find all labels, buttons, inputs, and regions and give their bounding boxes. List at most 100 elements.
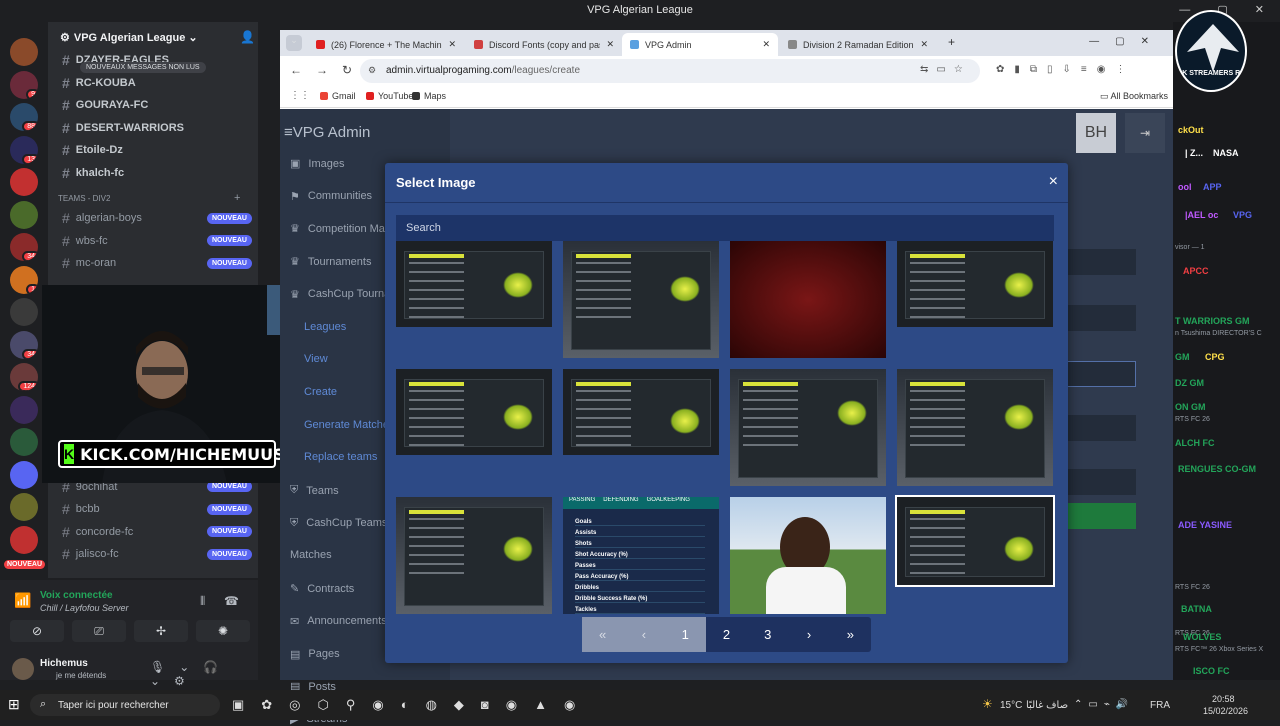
- server-icon[interactable]: [10, 168, 38, 196]
- image-thumbnail[interactable]: [730, 497, 886, 614]
- member-entry[interactable]: NASA: [1213, 148, 1239, 158]
- member-entry[interactable]: RENGUES CO-GM: [1178, 464, 1256, 474]
- admin-nav-item[interactable]: ⛨ Teams: [290, 484, 339, 497]
- image-thumbnail[interactable]: [730, 369, 886, 486]
- admin-nav-item[interactable]: Create: [304, 386, 337, 398]
- channel-item[interactable]: # algerian-boys NOUVEAU: [62, 210, 252, 226]
- weather-icon[interactable]: ☀: [982, 697, 993, 711]
- member-entry[interactable]: | Z...: [1185, 148, 1203, 158]
- soundboard-icon[interactable]: ✺: [196, 620, 250, 642]
- channel-item[interactable]: # concorde-fc NOUVEAU: [62, 524, 252, 540]
- member-entry[interactable]: VPG: [1233, 210, 1252, 220]
- language[interactable]: FRA: [1150, 700, 1170, 711]
- image-thumbnail[interactable]: [396, 241, 552, 327]
- site-info-icon[interactable]: ⚙: [368, 65, 376, 76]
- category-teams-div2[interactable]: TEAMS - DIV2: [58, 194, 110, 203]
- member-entry[interactable]: ISCO FC: [1193, 666, 1230, 676]
- taskbar-apps[interactable]: ▣✿◎⬡⚲◉◐◍◆◙◉▲◉: [232, 697, 592, 713]
- bookmark-item[interactable]: YouTube: [366, 91, 413, 101]
- page-3-button[interactable]: 3: [747, 617, 788, 652]
- image-thumbnail[interactable]: [730, 241, 886, 358]
- member-entry[interactable]: RTS FC 26: [1175, 584, 1210, 591]
- start-icon[interactable]: ⊞: [8, 696, 20, 713]
- channel-item[interactable]: # Etoile-Dz: [62, 142, 252, 158]
- admin-nav-item[interactable]: Generate Matche: [304, 419, 389, 431]
- channel-item[interactable]: # GOURAYA-FC: [62, 97, 252, 113]
- member-entry[interactable]: n Tsushima DIRECTOR'S C: [1175, 330, 1262, 337]
- bookmark-item[interactable]: Gmail: [320, 91, 356, 101]
- noise-icon[interactable]: ⦀: [200, 594, 205, 609]
- server-name-header[interactable]: ⚙ VPG Algerian League ⌄: [60, 31, 198, 44]
- tab[interactable]: VPG Admin ✕: [622, 33, 778, 56]
- image-thumbnail[interactable]: [396, 369, 552, 455]
- disconnect-icon[interactable]: ☎: [224, 594, 239, 608]
- admin-nav-item[interactable]: ♛ Competition Ma: [290, 222, 385, 236]
- search-input[interactable]: [396, 215, 1054, 241]
- server-icon[interactable]: [10, 493, 38, 521]
- tab-close-icon[interactable]: ✕: [606, 39, 614, 50]
- activities-icon[interactable]: ✢: [134, 620, 188, 642]
- channel-item[interactable]: # khalch-fc: [62, 165, 252, 181]
- browser-window-controls[interactable]: —▢✕: [1089, 36, 1165, 47]
- server-icon[interactable]: 9: [10, 70, 38, 99]
- admin-nav-item[interactable]: ✎ Contracts: [290, 582, 354, 596]
- tab[interactable]: Discord Fonts (copy and paste ✕: [466, 33, 622, 56]
- member-entry[interactable]: |AEL oc: [1185, 210, 1218, 220]
- new-messages-banner[interactable]: NOUVEAUX MESSAGES NON LUS: [80, 62, 206, 73]
- admin-nav-item[interactable]: Leagues: [304, 321, 346, 333]
- server-icon[interactable]: 124: [10, 363, 38, 391]
- camera-off-icon[interactable]: ⊘: [10, 620, 64, 642]
- extension-icons[interactable]: ✿▮⧉▯⇩≡◉⋮: [996, 64, 1135, 75]
- admin-nav-item[interactable]: ▣ Images: [290, 157, 344, 171]
- tray-icons[interactable]: ⌃▭⌁🔊: [1074, 699, 1134, 710]
- admin-nav-item[interactable]: ⚑ Communities: [290, 190, 372, 203]
- url-field[interactable]: admin.virtualprogaming.com/leagues/creat…: [360, 59, 980, 83]
- close-icon[interactable]: ×: [1049, 173, 1058, 191]
- tab-close-icon[interactable]: ✕: [448, 39, 456, 50]
- server-icon[interactable]: 13: [10, 135, 38, 164]
- server-icon[interactable]: 34: [10, 233, 38, 261]
- member-entry[interactable]: T WARRIORS GM: [1175, 316, 1250, 326]
- member-entry[interactable]: ckOut: [1178, 125, 1204, 135]
- member-entry[interactable]: APP: [1203, 182, 1222, 192]
- member-entry[interactable]: ON GM: [1175, 402, 1206, 412]
- server-icon[interactable]: [10, 525, 38, 554]
- image-thumbnail[interactable]: [897, 369, 1053, 486]
- server-icon[interactable]: [10, 428, 38, 456]
- tab-close-icon[interactable]: ✕: [920, 39, 928, 50]
- member-entry[interactable]: WOLVES: [1183, 632, 1221, 642]
- nav-buttons[interactable]: ←→↻: [290, 63, 366, 77]
- apps-icon[interactable]: ⋮⋮: [290, 90, 310, 101]
- member-entry[interactable]: BATNA: [1181, 604, 1212, 614]
- screen-share-icon[interactable]: ⎚: [72, 620, 126, 642]
- member-entry[interactable]: ALCH FC: [1175, 438, 1215, 448]
- server-icon[interactable]: [10, 395, 38, 424]
- image-thumbnail[interactable]: [563, 241, 719, 358]
- next-page-button[interactable]: ›: [788, 617, 829, 652]
- avatar[interactable]: [12, 658, 34, 680]
- image-thumbnail[interactable]: PASSING DEFENDING GOALKEEPING Goals Assists S…: [563, 497, 719, 614]
- image-thumbnail[interactable]: [396, 497, 552, 614]
- member-entry[interactable]: ool: [1178, 182, 1192, 192]
- member-entry[interactable]: ADE YASINE: [1178, 520, 1232, 530]
- prev-page-button[interactable]: ‹: [623, 617, 665, 652]
- all-bookmarks[interactable]: ▭ All Bookmarks: [1100, 91, 1168, 102]
- channel-item[interactable]: # RC-KOUBA: [62, 75, 252, 91]
- server-icon[interactable]: [10, 460, 38, 489]
- member-entry[interactable]: DZ GM: [1175, 378, 1204, 388]
- page-2-button[interactable]: 2: [706, 617, 747, 652]
- add-channel-icon[interactable]: +: [234, 192, 240, 204]
- admin-nav-item[interactable]: Replace teams: [304, 451, 377, 463]
- submit-button[interactable]: [1060, 503, 1136, 529]
- server-icon[interactable]: [10, 200, 38, 229]
- image-thumbnail[interactable]: [895, 495, 1055, 587]
- first-page-button[interactable]: «: [582, 617, 624, 652]
- mic-headset-settings-icons[interactable]: 🎙⌄🎧⌄⚙: [150, 660, 258, 688]
- admin-nav-item[interactable]: View: [304, 353, 328, 365]
- admin-nav-item[interactable]: ⛨ CashCup Teams: [290, 517, 387, 530]
- member-entry[interactable]: APCC: [1183, 266, 1209, 276]
- admin-brand[interactable]: ≡VPG Admin: [284, 124, 370, 141]
- last-page-button[interactable]: »: [830, 617, 871, 652]
- member-entry[interactable]: RTS FC™ 26 Xbox Series X: [1175, 646, 1263, 653]
- tab[interactable]: Division 2 Ramadan Edition ✕: [780, 33, 936, 56]
